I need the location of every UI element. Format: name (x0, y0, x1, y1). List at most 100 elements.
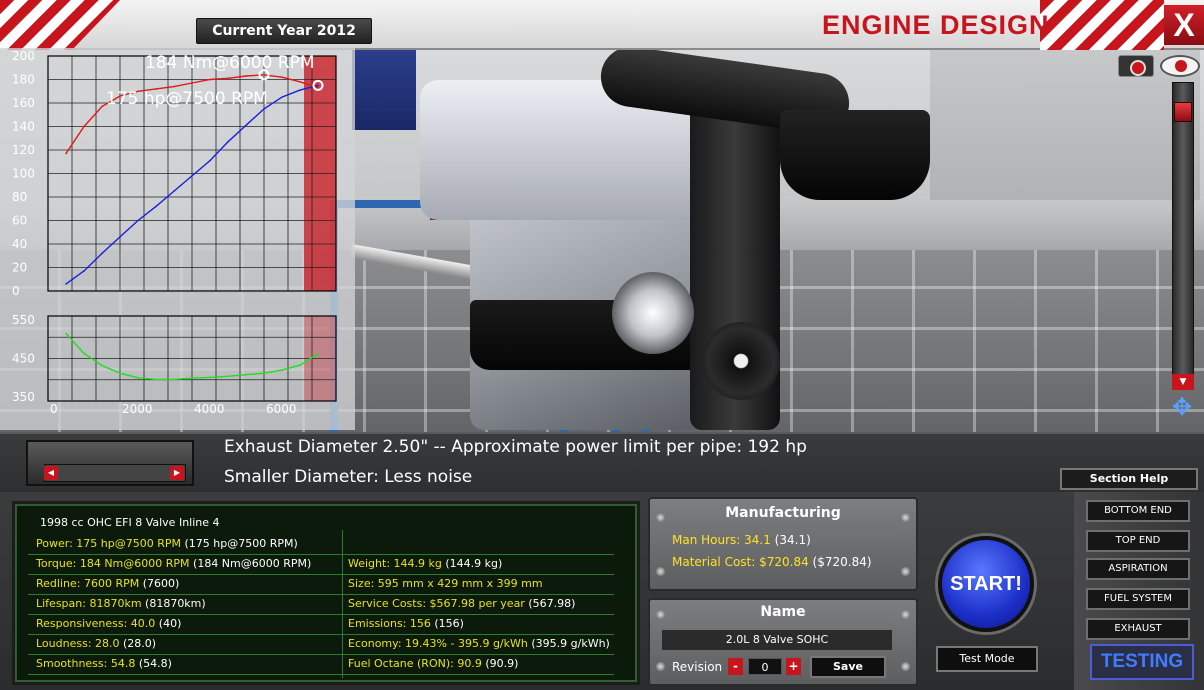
dyno-chart-panel: 200 180 160 140 120 100 80 60 40 20 0 550 450 350 0 200… (0, 48, 355, 430)
series-torque-point (83, 125, 85, 128)
y-tick-label: 200 (12, 49, 35, 63)
series-torque-point (317, 86, 319, 89)
stat-baseline: (184 Nm@6000 RPM) (189, 557, 312, 570)
y-tick-label: 60 (12, 214, 27, 228)
banner-stripe-left (0, 0, 120, 50)
man-hours: Man Hours: 34.1 (34.1) (672, 533, 811, 547)
stat-row: Redline: 7600 RPM (7600) (36, 577, 179, 590)
close-button[interactable]: X (1164, 5, 1204, 45)
stat-row-divider (28, 554, 614, 555)
testing-button[interactable]: TESTING (1090, 644, 1194, 680)
nav-exhaust[interactable]: EXHAUST (1086, 618, 1190, 640)
nav-aspiration[interactable]: ASPIRATION (1086, 558, 1190, 580)
stat-value: Redline: 7600 RPM (36, 577, 140, 590)
series-torque-point (65, 152, 67, 155)
stat-baseline: (90.9) (481, 657, 519, 670)
stat-baseline: (7600) (139, 577, 180, 590)
series-torque-point (173, 85, 175, 88)
series-fuel-point (245, 373, 247, 376)
stat-baseline: (28.0) (119, 637, 157, 650)
manufacturing-panel: Manufacturing Man Hours: 34.1 (34.1) Mat… (648, 497, 918, 591)
section-help-button[interactable]: Section Help (1060, 468, 1198, 490)
page-title: ENGINE DESIGN (822, 10, 1050, 40)
series-fuel-point (101, 364, 103, 367)
top-banner: Current Year 2012 ENGINE DESIGN X (0, 0, 1204, 50)
stat-baseline: (567.98) (524, 597, 576, 610)
series-power-point (317, 84, 319, 87)
engine-description: 1998 cc OHC EFI 8 Valve Inline 4 (40, 516, 220, 529)
y-tick-label: 140 (12, 120, 35, 134)
series-fuel-point (137, 377, 139, 379)
hint-line-2: Smaller Diameter: Less noise (224, 467, 473, 487)
y-tick-label: 180 (12, 73, 35, 87)
name-title: Name (760, 604, 806, 620)
y-tick-label: 100 (12, 167, 35, 181)
zoom-scrollbar[interactable] (1172, 82, 1194, 390)
chevron-right-icon[interactable]: ▶ (170, 466, 184, 480)
man-hours-value: Man Hours: 34.1 (672, 533, 771, 547)
stat-value: Lifespan: 81870km (36, 597, 142, 610)
bolt-icon (656, 662, 665, 671)
stat-value: Weight: 144.9 kg (348, 557, 442, 570)
series-power-point (119, 236, 121, 238)
y-tick-label: 40 (12, 237, 27, 251)
nav-top-end[interactable]: TOP END (1086, 530, 1190, 552)
man-hours-base: (34.1) (770, 533, 811, 547)
nav-fuel-system[interactable]: FUEL SYSTEM (1086, 588, 1190, 610)
y-tick-label: 350 (12, 390, 35, 404)
stat-row: Economy: 19.43% - 395.9 g/kWh (395.9 g/k… (348, 637, 610, 650)
series-fuel-point (83, 352, 85, 355)
series-power-point (191, 175, 193, 177)
y-tick-label: 120 (12, 143, 35, 157)
stat-value: Service Costs: $567.98 per year (348, 597, 525, 610)
series-fuel-point (119, 372, 121, 374)
stat-value: Emissions: 156 (348, 617, 431, 630)
x-tick-label: 0 (50, 402, 58, 416)
series-fuel-point (155, 378, 157, 381)
stat-baseline: (156) (430, 617, 464, 630)
name-panel: Name 2.0L 8 Valve SOHC Revision - 0 + Sa… (648, 598, 918, 686)
stat-baseline: (395.9 g/kWh) (527, 637, 610, 650)
series-power-point (65, 283, 67, 285)
series-fuel-point (281, 369, 283, 371)
stat-value: Torque: 184 Nm@6000 RPM (36, 557, 190, 570)
series-torque-point (101, 105, 103, 108)
eye-icon[interactable] (1160, 55, 1200, 77)
series-power-point (209, 159, 211, 162)
bolt-icon (656, 567, 665, 576)
stat-value: Size: 595 mm x 429 mm x 399 mm (348, 577, 543, 590)
revision-plus-button[interactable]: + (786, 658, 801, 675)
series-power-point (101, 252, 103, 255)
series-power-point (137, 219, 139, 222)
current-year-label: Current Year 2012 (196, 18, 372, 44)
power-peak-label: 175 hp@7500 RPM (106, 89, 268, 109)
alternator (612, 272, 694, 354)
stat-value: Responsiveness: 40.0 (36, 617, 156, 630)
stat-row: Smoothness: 54.8 (54.8) (36, 657, 172, 670)
save-button[interactable]: Save (810, 656, 886, 678)
series-power-point (155, 205, 157, 208)
x-tick-label: 2000 (122, 402, 153, 416)
stat-value: Fuel Octane (RON): 90.9 (348, 657, 482, 670)
part-slider[interactable] (44, 464, 186, 482)
series-torque-point (281, 76, 283, 78)
camera-icon[interactable] (1118, 55, 1154, 77)
crank-pulley (702, 322, 780, 400)
revision-minus-button[interactable]: - (728, 658, 743, 675)
start-button[interactable]: START! (938, 536, 1034, 632)
stat-row-divider (28, 574, 614, 575)
test-mode-button[interactable]: Test Mode (936, 646, 1038, 672)
chevron-left-icon[interactable]: ◀ (44, 466, 58, 480)
nav-bottom-end[interactable]: BOTTOM END (1086, 500, 1190, 522)
series-fuel-point (299, 364, 301, 366)
chevron-down-icon[interactable]: ▼ (1172, 374, 1194, 390)
torque-peak-label: 184 Nm@6000 RPM (145, 53, 315, 73)
series-power-point (83, 270, 85, 272)
material-cost-base: ($720.84) (808, 555, 872, 569)
move-view-icon[interactable]: ✥ (1164, 392, 1200, 422)
bolt-icon (901, 567, 910, 576)
stat-row: Loudness: 28.0 (28.0) (36, 637, 156, 650)
engine-name-field[interactable]: 2.0L 8 Valve SOHC (662, 630, 892, 650)
dyno-chart: 2001801601401201008060402005504503500 200… (12, 49, 337, 416)
zoom-scroll-thumb[interactable] (1174, 102, 1192, 122)
